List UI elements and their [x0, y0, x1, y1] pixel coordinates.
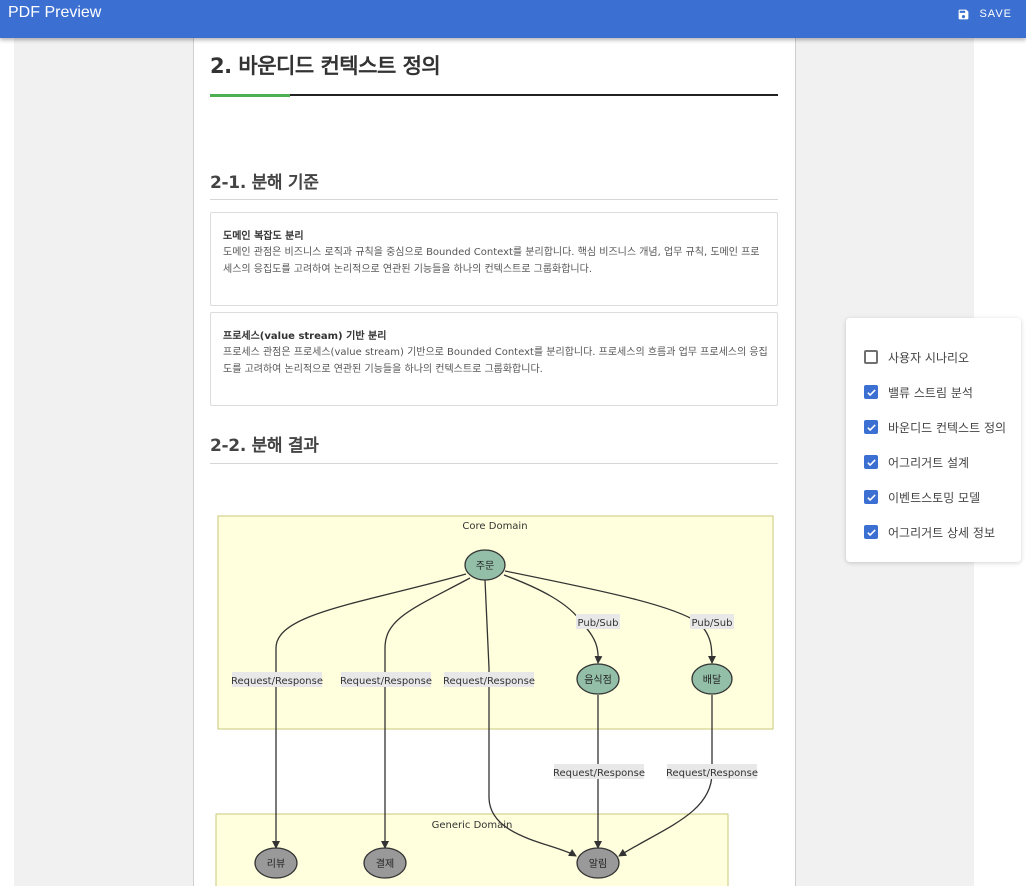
- checkbox[interactable]: [864, 490, 878, 504]
- option-label: 바운디드 컨텍스트 정의: [888, 420, 1007, 435]
- check-icon: [866, 423, 876, 431]
- checkbox[interactable]: [864, 525, 878, 539]
- edge-label-order-delivery: Pub/Sub: [692, 618, 733, 629]
- app-bar: PDF Preview SAVE: [0, 0, 1026, 38]
- core-domain-box: [217, 515, 774, 730]
- node-payment-label: 결제: [376, 858, 394, 870]
- option-label: 밸류 스트림 분석: [888, 385, 973, 400]
- edge-label-order-review: Request/Response: [231, 676, 323, 687]
- node-review-label: 리뷰: [267, 858, 285, 870]
- option-user-scenario[interactable]: 사용자 시나리오: [864, 348, 969, 366]
- node-delivery-label: 배달: [703, 674, 721, 686]
- check-icon: [866, 493, 876, 501]
- option-aggregate-design[interactable]: 어그리거트 설계: [864, 453, 969, 471]
- check-icon: [866, 458, 876, 466]
- checkbox[interactable]: [864, 455, 878, 469]
- edge-label-order-notification: Request/Response: [443, 676, 535, 687]
- save-icon: [959, 9, 969, 19]
- edge-label-restaurant-notification: Request/Response: [553, 768, 645, 779]
- option-aggregate-detail[interactable]: 어그리거트 상세 정보: [864, 523, 995, 541]
- section-options-panel: 사용자 시나리오 밸류 스트림 분석 바운디드 컨텍스트 정의 어그리거트 설계…: [846, 318, 1021, 562]
- option-label: 사용자 시나리오: [888, 350, 970, 365]
- option-label: 어그리거트 상세 정보: [888, 525, 995, 540]
- save-label: SAVE: [979, 8, 1012, 20]
- option-value-stream[interactable]: 밸류 스트림 분석: [864, 383, 973, 401]
- option-bounded-context[interactable]: 바운디드 컨텍스트 정의: [864, 418, 1006, 436]
- edge-label-order-payment: Request/Response: [340, 676, 432, 687]
- option-label: 이벤트스토밍 모델: [888, 490, 981, 505]
- check-icon: [866, 388, 876, 396]
- node-restaurant-label: 음식점: [584, 674, 612, 686]
- context-map-diagram: Core Domain Generic Domain Request/Respo…: [215, 515, 774, 886]
- checkbox[interactable]: [864, 385, 878, 399]
- core-domain-label: Core Domain: [462, 521, 527, 532]
- pdf-page[interactable]: 2. 바운디드 컨텍스트 정의 2-1. 분해 기준 도메인 복잡도 분리 도메…: [193, 38, 796, 886]
- app-title: PDF Preview: [8, 4, 102, 21]
- node-notification-label: 알림: [589, 858, 607, 870]
- edge-label-order-restaurant: Pub/Sub: [578, 618, 619, 629]
- check-icon: [866, 528, 876, 536]
- checkbox[interactable]: [864, 420, 878, 434]
- checkbox[interactable]: [864, 350, 878, 364]
- option-event-storming[interactable]: 이벤트스토밍 모델: [864, 488, 980, 506]
- node-order-label: 주문: [476, 560, 494, 572]
- save-button[interactable]: SAVE: [957, 6, 1012, 22]
- edge-label-delivery-notification: Request/Response: [666, 768, 758, 779]
- option-label: 어그리거트 설계: [888, 455, 970, 470]
